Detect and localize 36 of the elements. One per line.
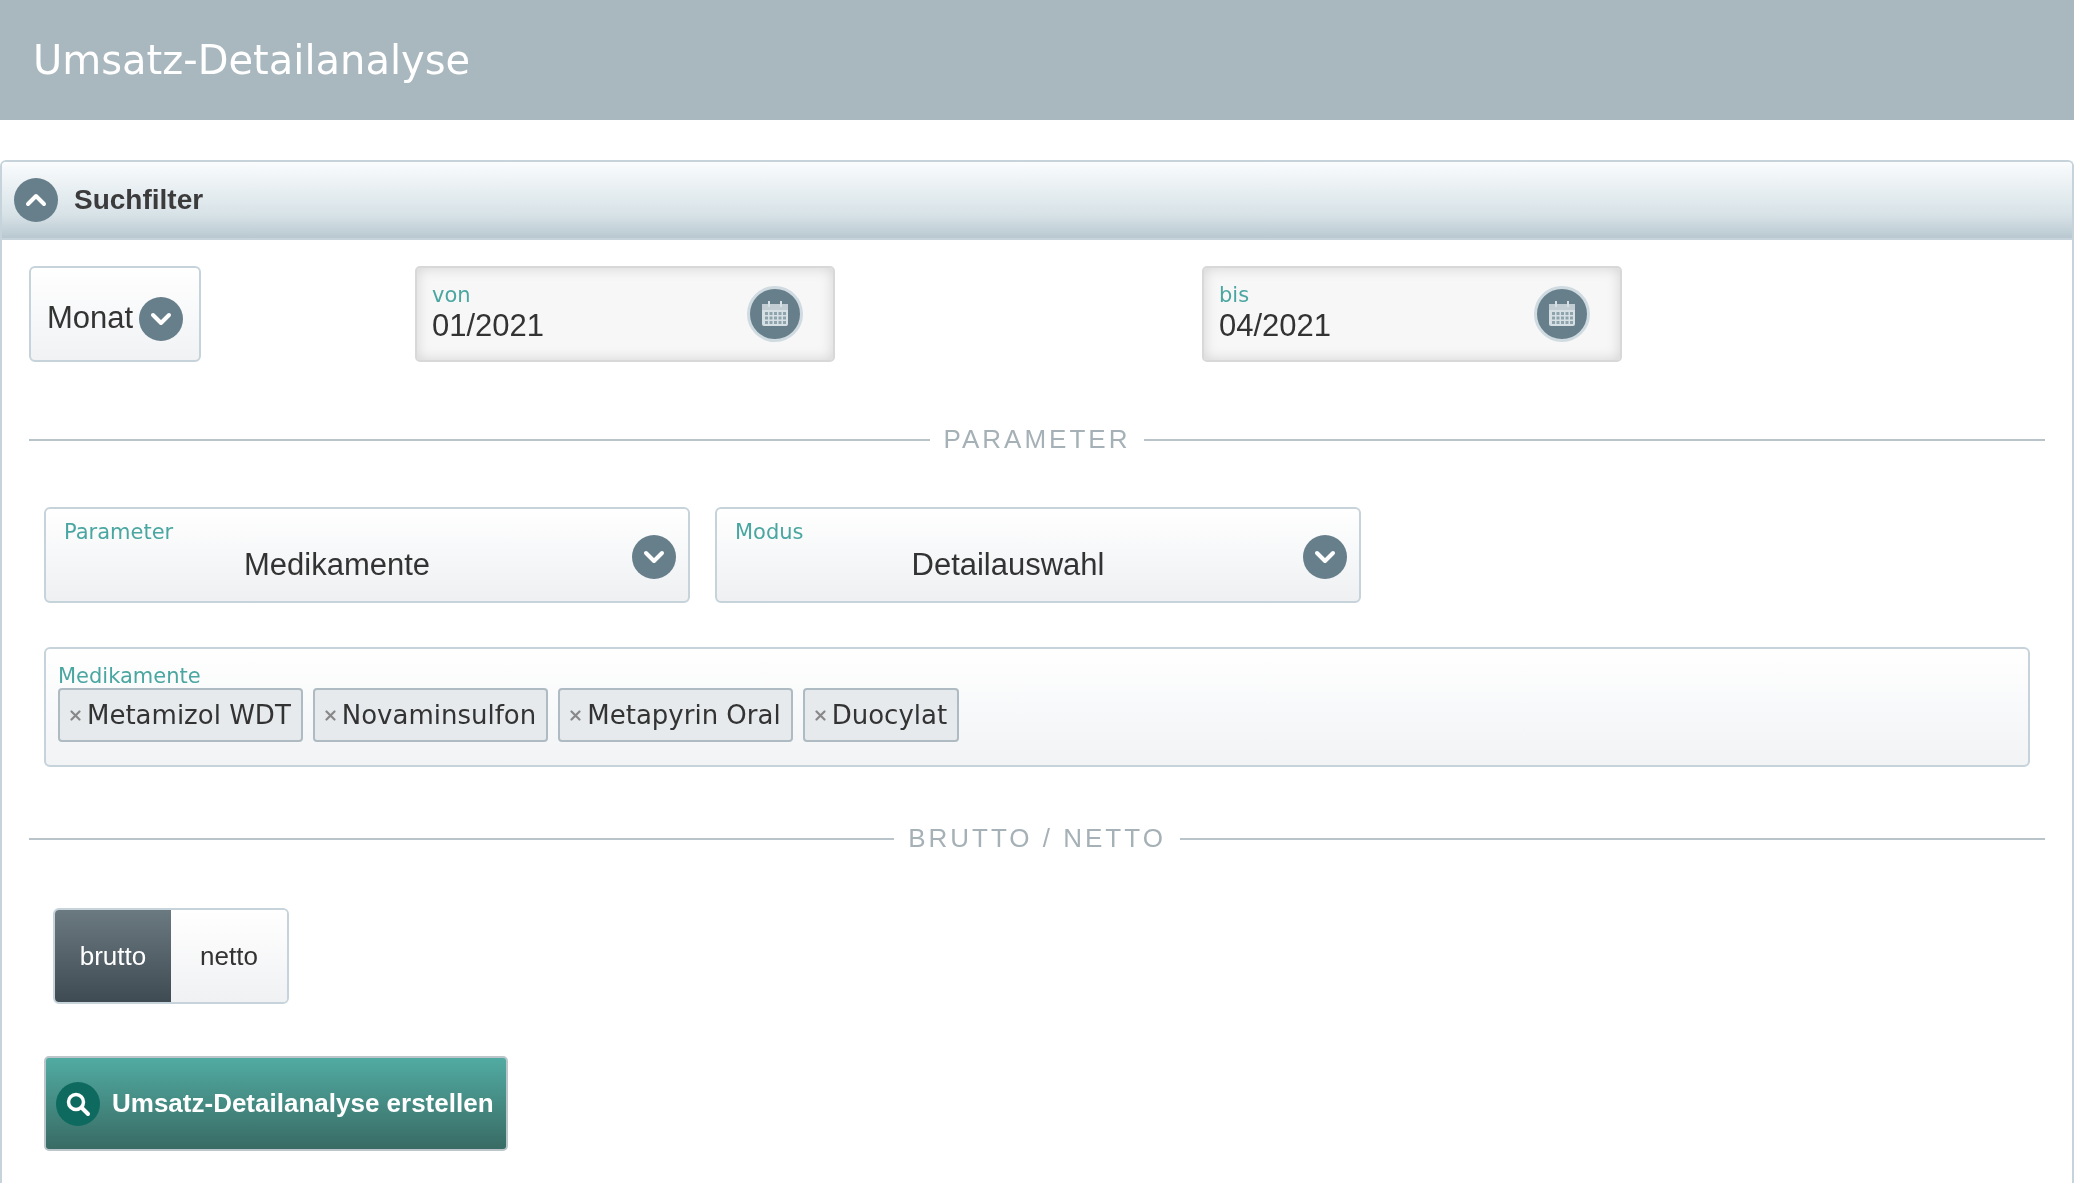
section-heading: PARAMETER: [943, 423, 1131, 456]
field-label: Medikamente: [58, 665, 202, 689]
calendar-icon[interactable]: [747, 286, 803, 342]
remove-icon[interactable]: [70, 709, 81, 721]
field-label: Parameter: [64, 521, 175, 545]
field-value: 04/2021: [1219, 306, 1332, 345]
collapse-icon[interactable]: [14, 178, 58, 222]
field-label: Modus: [735, 521, 805, 545]
field-value: 01/2021: [432, 306, 545, 345]
panel-title: Suchfilter: [74, 183, 204, 217]
unit-dropdown[interactable]: Monat: [29, 266, 201, 362]
select-field[interactable]: Parameter Medikamente: [44, 507, 690, 603]
tag-input-field[interactable]: Medikamente Metamizol WDT Novaminsulfon Metapyrin Oral Duocylat: [44, 647, 2030, 767]
calendar-icon[interactable]: [1534, 286, 1590, 342]
field-value: Detailauswahl: [910, 548, 1106, 583]
toggle-option[interactable]: netto: [171, 910, 287, 1002]
tag-chip[interactable]: Novaminsulfon: [312, 688, 549, 743]
section-heading: BRUTTO / NETTO: [908, 822, 1166, 855]
search-icon[interactable]: [56, 1081, 100, 1126]
submit-button[interactable]: Umsatz-Detailanalyse erstellen: [44, 1056, 508, 1151]
date-field[interactable]: bis 04/2021: [1202, 266, 1622, 362]
tag-chip[interactable]: Metamizol WDT: [58, 688, 303, 743]
remove-icon[interactable]: [814, 709, 826, 721]
field-label: bis: [1219, 283, 1251, 307]
field-value: Medikamente: [242, 548, 432, 583]
tag-chip[interactable]: Metapyrin Oral: [558, 688, 793, 743]
remove-icon[interactable]: [570, 709, 582, 721]
date-field[interactable]: von 01/2021: [415, 266, 835, 362]
remove-icon[interactable]: [324, 709, 336, 721]
field-label: von: [432, 283, 472, 307]
select-field[interactable]: Modus Detailauswahl: [715, 507, 1361, 603]
chevron-down-icon[interactable]: [1303, 535, 1347, 579]
page-title: Umsatz-Detailanalyse: [33, 36, 471, 84]
chevron-down-icon[interactable]: [632, 535, 676, 579]
toggle-option[interactable]: brutto: [55, 910, 171, 1002]
tag-chip[interactable]: Duocylat: [802, 688, 960, 743]
